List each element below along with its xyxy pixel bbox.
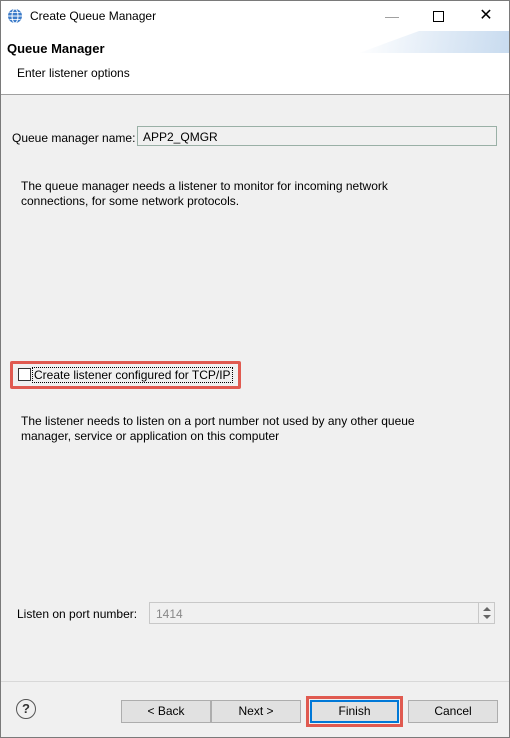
close-button[interactable]: ✕ [463,1,509,31]
maximize-button[interactable] [415,1,461,31]
finish-button[interactable]: Finish [310,700,399,723]
minimize-button[interactable]: — [369,1,415,31]
listener-checkbox-label[interactable]: Create listener configured for TCP/IP [32,367,233,383]
next-button[interactable]: Next > [211,700,301,723]
create-queue-manager-dialog: Create Queue Manager — ✕ Queue Manager E… [0,0,510,738]
listener-checkbox[interactable] [18,368,31,381]
cancel-button[interactable]: Cancel [408,700,498,723]
footer-divider [1,681,509,682]
port-label: Listen on port number: [17,607,138,621]
listener-description: The queue manager needs a listener to mo… [21,179,388,208]
page-subtitle: Enter listener options [17,66,130,80]
port-input[interactable]: 1414 [149,602,495,624]
port-description: The listener needs to listen on a port n… [21,414,415,443]
help-button[interactable]: ? [16,699,36,719]
page-title: Queue Manager [7,41,105,56]
title-bar: Create Queue Manager — ✕ [1,1,509,31]
qm-name-label: Queue manager name: [12,131,136,145]
maximize-icon [432,10,444,22]
wizard-banner: Queue Manager Enter listener options [1,31,509,95]
app-globe-icon [8,8,22,24]
banner-decoration [359,31,509,53]
window-title: Create Queue Manager [30,9,157,23]
qm-name-field: APP2_QMGR [137,126,497,146]
spinner-down-icon[interactable] [483,615,491,619]
back-button[interactable]: < Back [121,700,211,723]
spinner-up-icon[interactable] [483,607,491,611]
port-spinner[interactable] [478,603,494,623]
